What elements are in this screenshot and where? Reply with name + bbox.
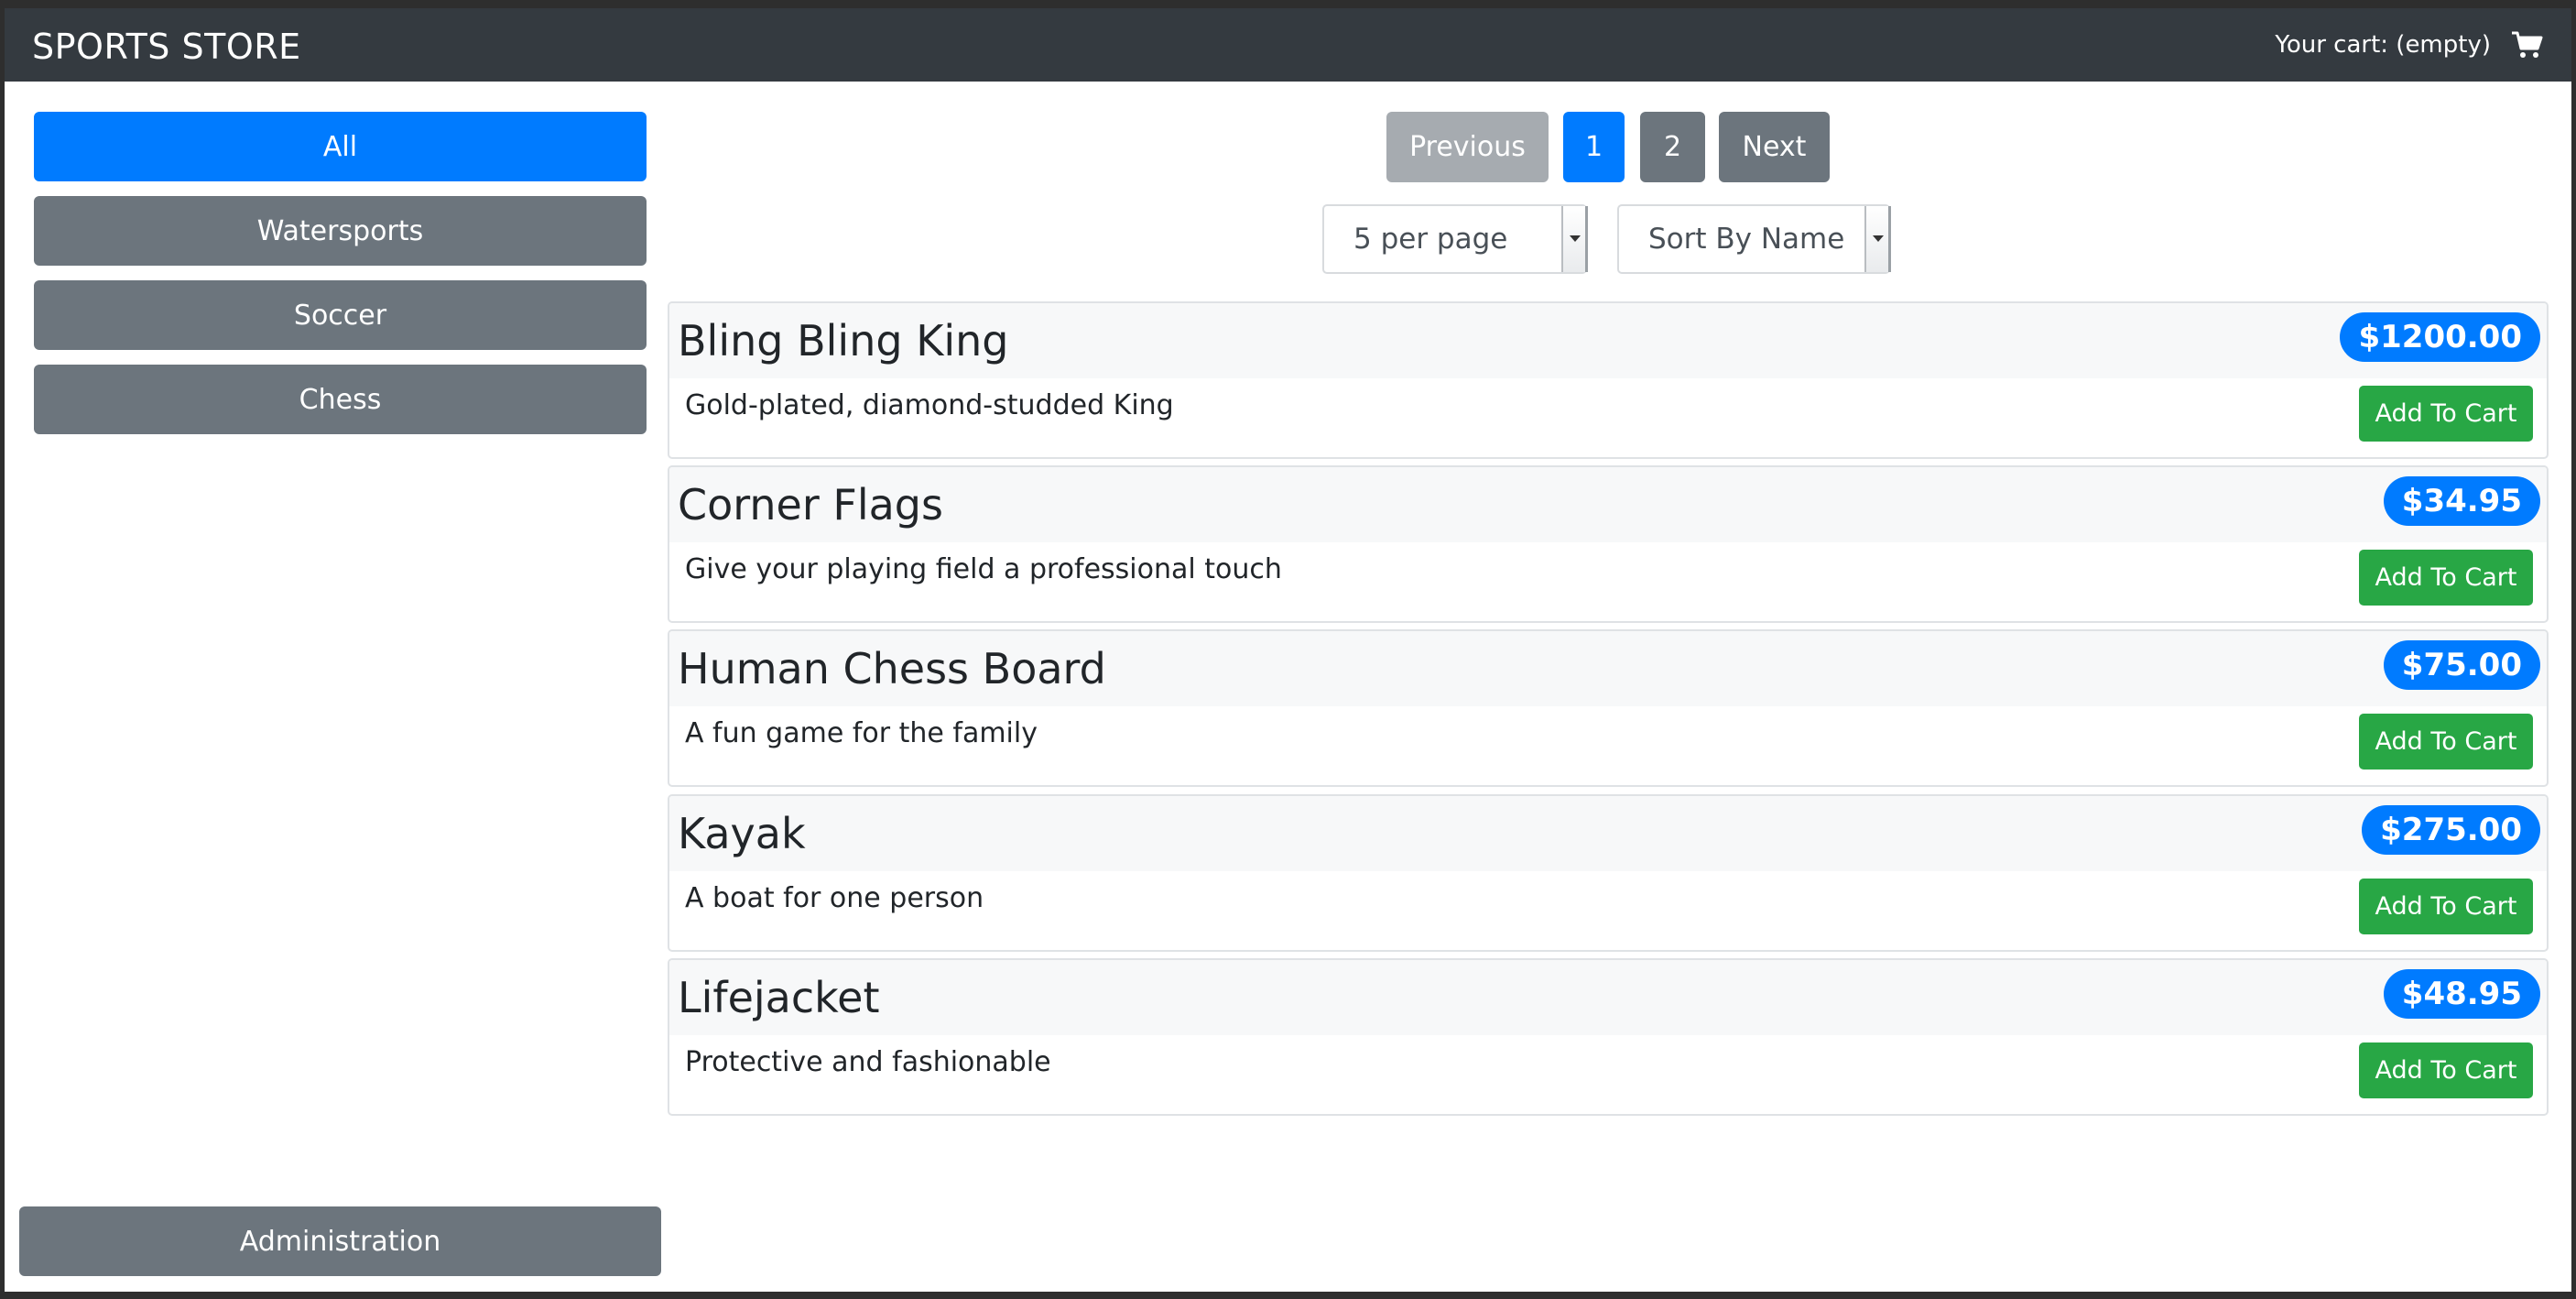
page-2-button[interactable]: 2: [1640, 112, 1705, 182]
product-card-header: Human Chess Board $75.00: [669, 631, 2547, 706]
per-page-select[interactable]: 5 per page: [1322, 204, 1587, 274]
product-card: Human Chess Board $75.00 A fun game for …: [668, 629, 2549, 787]
product-name: Corner Flags: [678, 480, 943, 529]
category-button-watersports[interactable]: Watersports: [34, 196, 647, 266]
navbar: SPORTS STORE Your cart: (empty): [5, 8, 2571, 82]
product-description: Gold-plated, diamond-studded King: [685, 389, 1174, 421]
product-name: Bling Bling King: [678, 316, 1009, 366]
price-badge: $34.95: [2383, 476, 2540, 526]
product-description: Protective and fashionable: [685, 1046, 1051, 1078]
previous-page-button[interactable]: Previous: [1386, 112, 1549, 182]
product-card: Kayak $275.00 A boat for one person Add …: [668, 794, 2549, 952]
sort-select[interactable]: Sort By Name: [1617, 204, 1890, 274]
add-to-cart-button[interactable]: Add To Cart: [2359, 879, 2533, 934]
dropdown-arrow-icon[interactable]: [1561, 206, 1585, 272]
add-to-cart-button[interactable]: Add To Cart: [2359, 1042, 2533, 1098]
shopping-cart-icon[interactable]: [2511, 30, 2544, 60]
product-name: Lifejacket: [678, 973, 880, 1022]
dropdown-arrow-icon[interactable]: [1864, 206, 1888, 272]
next-page-button[interactable]: Next: [1719, 112, 1830, 182]
price-badge: $1200.00: [2340, 312, 2540, 362]
add-to-cart-button[interactable]: Add To Cart: [2359, 550, 2533, 606]
sort-value: Sort By Name: [1648, 223, 1845, 256]
category-button-chess[interactable]: Chess: [34, 365, 647, 434]
product-card-header: Corner Flags $34.95: [669, 467, 2547, 542]
page-1-button[interactable]: 1: [1563, 112, 1625, 182]
app-window: SPORTS STORE Your cart: (empty) All Wate…: [5, 8, 2571, 1292]
product-card: Lifejacket $48.95 Protective and fashion…: [668, 958, 2549, 1116]
product-card-header: Kayak $275.00: [669, 796, 2547, 871]
cart-summary[interactable]: Your cart: (empty): [2275, 21, 2544, 69]
price-badge: $275.00: [2362, 805, 2540, 855]
category-button-all[interactable]: All: [34, 112, 647, 181]
cart-summary-text: Your cart: (empty): [2275, 31, 2491, 59]
add-to-cart-button[interactable]: Add To Cart: [2359, 714, 2533, 770]
add-to-cart-button[interactable]: Add To Cart: [2359, 386, 2533, 442]
price-badge: $48.95: [2383, 969, 2540, 1019]
product-description: Give your playing field a professional t…: [685, 553, 1282, 585]
category-button-soccer[interactable]: Soccer: [34, 280, 647, 350]
product-card: Bling Bling King $1200.00 Gold-plated, d…: [668, 301, 2549, 459]
price-badge: $75.00: [2383, 640, 2540, 690]
product-card-header: Lifejacket $48.95: [669, 960, 2547, 1035]
product-description: A boat for one person: [685, 882, 984, 914]
per-page-value: 5 per page: [1353, 223, 1508, 256]
product-name: Human Chess Board: [678, 644, 1106, 693]
product-card-header: Bling Bling King $1200.00: [669, 303, 2547, 378]
administration-button[interactable]: Administration: [19, 1206, 661, 1276]
product-card: Corner Flags $34.95 Give your playing fi…: [668, 465, 2549, 623]
product-description: A fun game for the family: [685, 717, 1038, 749]
brand-title: SPORTS STORE: [32, 27, 301, 67]
product-name: Kayak: [678, 809, 806, 858]
